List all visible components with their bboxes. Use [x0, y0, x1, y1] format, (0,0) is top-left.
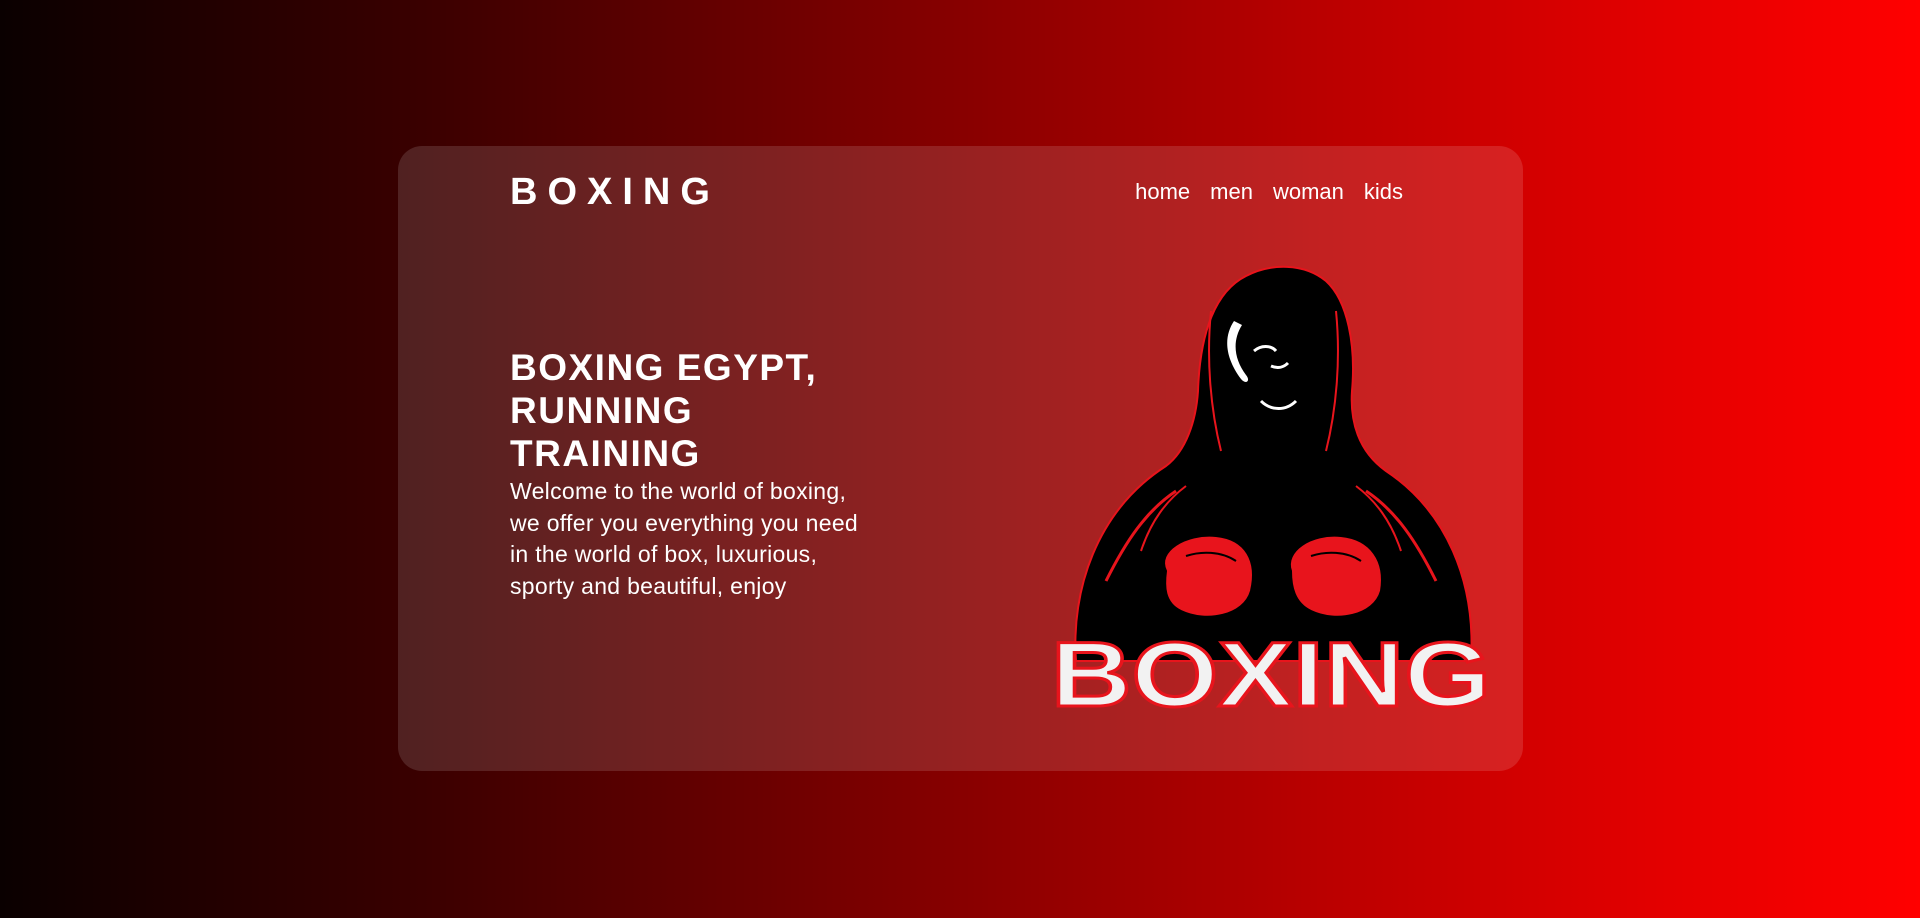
nav-item-men[interactable]: men: [1210, 179, 1253, 205]
boxing-image-text: BOXING: [1051, 624, 1491, 721]
nav-item-woman[interactable]: woman: [1273, 179, 1344, 205]
boxer-hero-image: BOXING: [1046, 251, 1496, 721]
nav-item-kids[interactable]: kids: [1364, 179, 1403, 205]
hero-headline: BOXING EGYPT, RUNNING TRAINING: [510, 347, 818, 474]
main-nav: home men woman kids: [1135, 179, 1403, 205]
brand-logo[interactable]: BOXING: [510, 170, 720, 214]
nav-item-home[interactable]: home: [1135, 179, 1190, 205]
left-glove-shape: [1163, 534, 1254, 618]
hero-card: BOXING home men woman kids BOXING EGYPT,…: [398, 146, 1523, 771]
hero-description: Welcome to the world of boxing, we offer…: [510, 478, 859, 599]
right-glove-shape: [1288, 534, 1383, 618]
boxer-illustration: BOXING: [1050, 265, 1493, 721]
hoodie-shape: [1074, 265, 1473, 662]
